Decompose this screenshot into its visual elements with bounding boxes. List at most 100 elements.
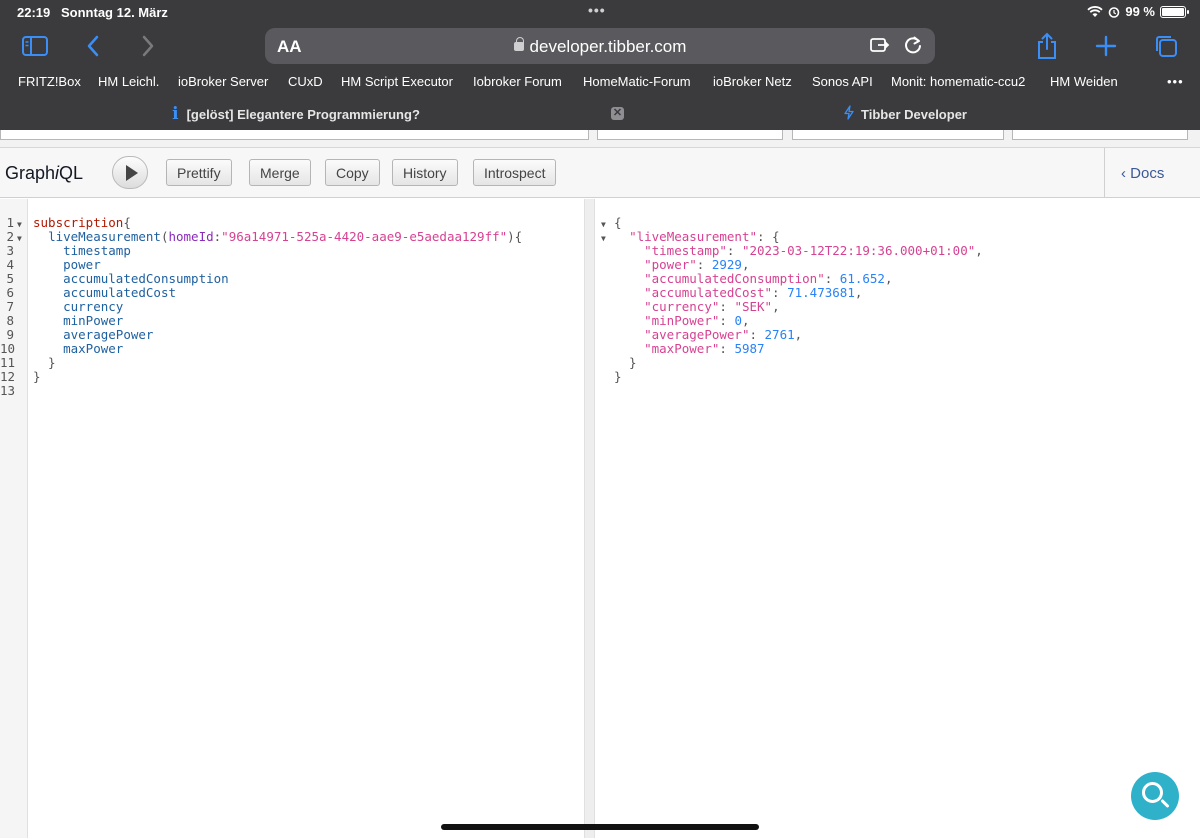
line-number: 13 bbox=[0, 383, 16, 398]
search-icon-handle bbox=[1160, 798, 1170, 809]
result-line: } bbox=[614, 355, 637, 370]
line-number: 2 bbox=[6, 229, 14, 244]
result-line: "minPower": 0, bbox=[644, 313, 750, 328]
result-line: "averagePower": 2761, bbox=[644, 327, 803, 342]
multitasking-dots-icon[interactable]: ••• bbox=[588, 2, 606, 18]
fold-arrow-icon[interactable]: ▼ bbox=[601, 218, 606, 232]
new-tab-button[interactable] bbox=[1093, 32, 1119, 60]
battery-percent: 99 % bbox=[1125, 4, 1155, 19]
url-display[interactable]: developer.tibber.com bbox=[265, 37, 935, 57]
code-line: } bbox=[33, 355, 56, 370]
favorite-link[interactable]: Sonos API bbox=[812, 74, 873, 89]
extension-icon[interactable] bbox=[869, 35, 891, 55]
browser-toolbar: AA developer.tibber.com bbox=[0, 24, 1200, 68]
forward-button[interactable] bbox=[137, 32, 159, 60]
result-line: "currency": "SEK", bbox=[644, 299, 780, 314]
result-line: "accumulatedCost": 71.473681, bbox=[644, 285, 863, 300]
merge-button[interactable]: Merge bbox=[249, 159, 311, 186]
docs-button[interactable]: ‹ Docs bbox=[1121, 165, 1164, 182]
execute-query-button[interactable] bbox=[112, 156, 148, 189]
home-indicator[interactable] bbox=[441, 824, 759, 830]
code-line: timestamp bbox=[63, 243, 131, 258]
battery-level bbox=[1162, 7, 1184, 16]
line-number: 11 bbox=[0, 355, 16, 370]
result-line: "timestamp": "2023-03-12T22:19:36.000+01… bbox=[644, 243, 983, 258]
favorite-link[interactable]: Monit: homematic-ccu2 bbox=[891, 74, 1025, 89]
tab-title: [gelöst] Elegantere Programmierung? bbox=[186, 106, 420, 122]
code-line: accumulatedConsumption bbox=[63, 271, 229, 286]
favorite-link[interactable]: ioBroker Server bbox=[178, 74, 268, 89]
code-line: power bbox=[63, 257, 101, 272]
chevron-left-icon: ‹ bbox=[1121, 165, 1131, 182]
tab-overview-button[interactable] bbox=[1152, 32, 1180, 60]
back-button[interactable] bbox=[82, 32, 104, 60]
code-line: minPower bbox=[63, 313, 124, 328]
chevron-right-icon bbox=[142, 35, 154, 57]
line-number: 12 bbox=[0, 369, 16, 384]
share-button[interactable] bbox=[1033, 32, 1061, 60]
more-favorites-icon[interactable]: ••• bbox=[1167, 74, 1184, 89]
header-fragment bbox=[1012, 130, 1188, 140]
favorite-link[interactable]: CUxD bbox=[288, 74, 323, 89]
browser-chrome: 22:19 Sonntag 12. März ••• 99 % AA devel… bbox=[0, 0, 1200, 130]
result-line: "maxPower": 5987 bbox=[644, 341, 765, 356]
line-number: 8 bbox=[6, 313, 14, 328]
status-bar: 22:19 Sonntag 12. März ••• 99 % bbox=[0, 0, 1200, 24]
lock-icon bbox=[513, 37, 524, 51]
result-line: "power": 2929, bbox=[644, 257, 750, 272]
play-icon bbox=[125, 164, 138, 181]
result-viewer: ▼ ▼ { "liveMeasurement": { "timestamp": … bbox=[596, 199, 1200, 838]
status-right: 99 % bbox=[1087, 4, 1189, 19]
favorite-link[interactable]: HM Script Executor bbox=[341, 74, 453, 89]
line-number: 4 bbox=[6, 257, 14, 272]
favorite-link[interactable]: Iobroker Forum bbox=[473, 74, 562, 89]
favorite-link[interactable]: ioBroker Netz bbox=[713, 74, 792, 89]
fold-arrow-icon[interactable]: ▼ bbox=[17, 218, 22, 232]
prettify-button[interactable]: Prettify bbox=[166, 159, 232, 186]
favorite-link[interactable]: FRITZ!Box bbox=[18, 74, 81, 89]
favorite-link[interactable]: HM Leichl. bbox=[98, 74, 159, 89]
code-line: averagePower bbox=[63, 327, 154, 342]
fold-arrow-icon[interactable]: ▼ bbox=[601, 232, 606, 246]
introspect-button[interactable]: Introspect bbox=[473, 159, 557, 186]
tab-bar: i [gelöst] Elegantere Programmierung? ✕ … bbox=[0, 98, 1200, 130]
result-line: "accumulatedConsumption": 61.652, bbox=[644, 271, 893, 286]
url-text: developer.tibber.com bbox=[529, 37, 687, 56]
wifi-icon bbox=[1087, 5, 1103, 17]
sidebar-toggle-button[interactable] bbox=[20, 32, 50, 60]
docs-panel-toggle: ‹ Docs bbox=[1104, 148, 1200, 198]
address-bar-actions bbox=[869, 35, 923, 55]
history-button[interactable]: History bbox=[392, 159, 458, 186]
line-number: 3 bbox=[6, 243, 14, 258]
sidebar-icon bbox=[22, 36, 48, 56]
tab-forum-thread[interactable]: i [gelöst] Elegantere Programmierung? bbox=[0, 98, 592, 130]
header-fragment bbox=[792, 130, 1004, 140]
battery-icon bbox=[1160, 5, 1189, 18]
line-number: 6 bbox=[6, 285, 14, 300]
reload-icon[interactable] bbox=[903, 35, 923, 55]
result-line: "liveMeasurement": { bbox=[629, 229, 780, 244]
tab-close-icon[interactable]: ✕ bbox=[611, 107, 624, 120]
favorite-link[interactable]: HomeMatic-Forum bbox=[583, 74, 691, 89]
graphiql-title: GraphiQL bbox=[5, 163, 84, 183]
tab-title: Tibber Developer bbox=[861, 106, 967, 122]
fold-arrow-icon[interactable]: ▼ bbox=[17, 232, 22, 246]
header-fragment bbox=[597, 130, 783, 140]
search-fab-button[interactable] bbox=[1131, 772, 1179, 820]
result-line: } bbox=[614, 369, 622, 384]
line-number-gutter: 1 ▼ 2 ▼ 3 4 5 6 7 8 9 10 11 12 13 bbox=[0, 199, 28, 838]
tabs-icon bbox=[1156, 36, 1177, 57]
query-editor[interactable]: 1 ▼ 2 ▼ 3 4 5 6 7 8 9 10 11 12 13 subscr… bbox=[0, 199, 585, 838]
pane-divider[interactable] bbox=[585, 199, 595, 838]
address-bar[interactable]: AA developer.tibber.com bbox=[265, 28, 935, 64]
line-number: 5 bbox=[6, 271, 14, 286]
line-number: 7 bbox=[6, 299, 14, 314]
copy-button[interactable]: Copy bbox=[325, 159, 380, 186]
favorite-link[interactable]: HM Weiden bbox=[1050, 74, 1118, 89]
scrolled-header-remnant bbox=[0, 130, 1200, 148]
header-fragment bbox=[0, 130, 589, 140]
code-line: maxPower bbox=[63, 341, 124, 356]
line-number: 10 bbox=[0, 341, 16, 356]
plus-icon bbox=[1095, 35, 1117, 57]
tab-tibber-developer[interactable]: Tibber Developer bbox=[800, 98, 1010, 130]
